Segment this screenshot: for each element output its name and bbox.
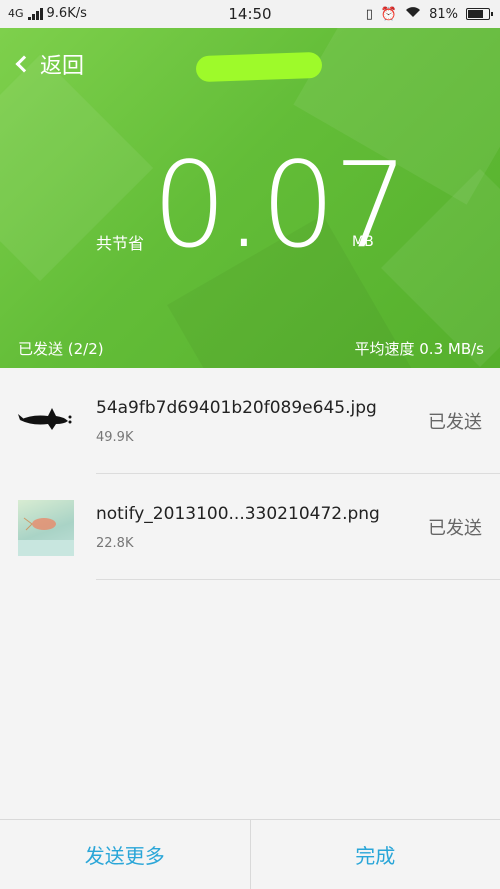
list-item[interactable]: notify_2013100...330210472.png 22.8K 已发送 — [0, 474, 500, 580]
status-bar: 4G 9.6K/s 14:50 ▯ ⏰ 81% — [0, 0, 500, 28]
file-list: 54a9fb7d69401b20f089e645.jpg 49.9K 已发送 n… — [0, 368, 500, 580]
alarm-icon: ⏰ — [380, 6, 398, 22]
file-thumbnail — [18, 500, 74, 556]
bottom-action-bar: 发送更多 完成 — [0, 819, 500, 889]
vibrate-icon: ▯ — [365, 6, 373, 22]
savings-header: 返回 共节省 0.07 MB 已发送 (2/2) 平均速度 0.3 MB/s — [0, 28, 500, 368]
file-size: 22.8K — [96, 536, 134, 551]
file-status: 已发送 — [428, 412, 482, 433]
title-redaction — [195, 51, 323, 83]
wifi-icon — [405, 6, 421, 22]
file-status: 已发送 — [428, 518, 482, 539]
back-label: 返回 — [40, 54, 85, 79]
average-speed: 平均速度 0.3 MB/s — [354, 340, 485, 358]
send-more-button[interactable]: 发送更多 — [0, 820, 250, 889]
divider — [96, 579, 500, 580]
file-name: notify_2013100...330210472.png — [96, 504, 380, 524]
sent-status: 已发送 (2/2) — [18, 340, 104, 358]
back-button[interactable]: 返回 — [12, 48, 84, 80]
file-thumbnail — [18, 394, 74, 450]
saved-unit: MB — [352, 234, 374, 250]
status-right: ▯ ⏰ 81% — [365, 6, 493, 22]
file-size: 49.9K — [96, 430, 134, 445]
saved-label: 共节省 — [96, 234, 145, 253]
list-item[interactable]: 54a9fb7d69401b20f089e645.jpg 49.9K 已发送 — [0, 368, 500, 474]
file-name: 54a9fb7d69401b20f089e645.jpg — [96, 398, 377, 418]
battery-percent: 81% — [429, 6, 458, 22]
done-button[interactable]: 完成 — [251, 820, 500, 889]
battery-icon — [466, 8, 493, 20]
chevron-left-icon — [15, 55, 33, 73]
